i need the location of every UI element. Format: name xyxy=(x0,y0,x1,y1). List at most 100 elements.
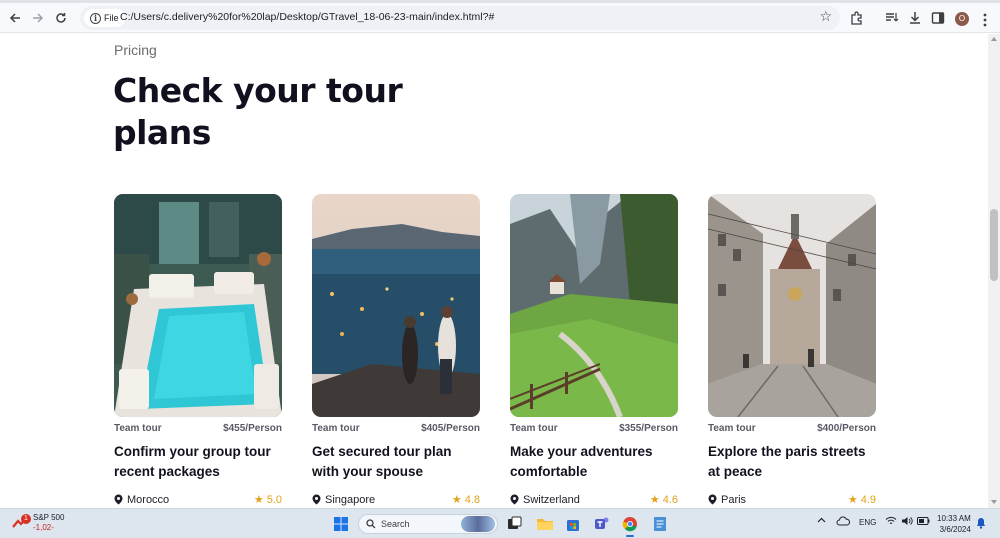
card-price: $455/Person xyxy=(223,423,282,434)
card-price: $400/Person xyxy=(817,423,876,434)
profile-avatar[interactable]: O xyxy=(955,12,969,26)
scroll-up-arrow-icon[interactable] xyxy=(991,37,997,41)
stock-chart-icon: 1 xyxy=(12,514,31,531)
task-view-icon[interactable] xyxy=(504,514,524,534)
search-placeholder: Search xyxy=(381,519,410,529)
reload-icon[interactable] xyxy=(52,9,70,27)
location-pin-icon xyxy=(312,494,321,505)
card-location: Paris xyxy=(708,494,746,506)
bookmark-star-icon[interactable]: ☆ xyxy=(819,9,832,25)
back-icon[interactable] xyxy=(6,9,24,27)
rating-value: 5.0 xyxy=(266,493,282,506)
card-category: Team tour xyxy=(312,423,360,434)
tour-card[interactable]: Team tour $400/Person Explore the paris … xyxy=(708,194,876,506)
card-footer: Singapore ★ 4.8 xyxy=(312,493,480,506)
card-footer: Morocco ★ 5.0 xyxy=(114,493,282,506)
card-location: Singapore xyxy=(312,494,375,506)
scroll-down-arrow-icon[interactable] xyxy=(991,500,997,504)
card-rating: ★ 4.8 xyxy=(451,493,480,507)
couple-city-view-photo xyxy=(312,194,480,417)
windows-start-icon[interactable] xyxy=(331,514,351,534)
notification-badge: 1 xyxy=(21,514,31,524)
rating-value: 4.9 xyxy=(860,493,876,506)
site-info-chip[interactable]: i File xyxy=(84,9,125,27)
search-highlight-art xyxy=(461,516,495,532)
clock-date: 3/6/2024 xyxy=(939,525,971,534)
alpine-valley-photo xyxy=(510,194,678,417)
card-meta: Team tour $405/Person xyxy=(312,423,480,434)
rating-value: 4.6 xyxy=(662,493,678,506)
old-town-street-photo xyxy=(708,194,876,417)
stock-name: S&P 500 xyxy=(33,513,65,522)
windows-taskbar: 1 S&P 500 -1,02- Search ENG 10:33 AM 3/6… xyxy=(0,508,1000,538)
url-text[interactable]: C:/Users/c.delivery%20for%20lap/Desktop/… xyxy=(120,11,494,23)
wifi-icon[interactable] xyxy=(885,516,897,528)
stock-change: -1,02- xyxy=(33,523,54,532)
volume-icon[interactable] xyxy=(901,516,913,528)
star-icon: ★ xyxy=(649,494,660,506)
section-eyebrow: Pricing xyxy=(114,42,157,58)
location-pin-icon xyxy=(708,494,717,505)
card-price: $405/Person xyxy=(421,423,480,434)
store-icon[interactable] xyxy=(563,514,583,534)
star-icon: ★ xyxy=(451,494,462,506)
card-category: Team tour xyxy=(114,423,162,434)
location-pin-icon xyxy=(510,494,519,505)
info-icon: i xyxy=(90,12,101,24)
card-location: Morocco xyxy=(114,494,169,506)
extensions-icon[interactable] xyxy=(849,10,865,26)
notepad-icon[interactable] xyxy=(650,514,670,534)
page-viewport: Pricing Check your tour plans Team tour … xyxy=(0,34,988,508)
rating-value: 4.8 xyxy=(464,493,480,506)
card-price: $355/Person xyxy=(619,423,678,434)
search-icon xyxy=(366,519,376,529)
reading-list-icon[interactable] xyxy=(884,10,900,26)
file-explorer-icon[interactable] xyxy=(535,514,555,534)
active-app-indicator xyxy=(626,535,634,537)
tour-card[interactable]: Team tour $405/Person Get secured tour p… xyxy=(312,194,480,506)
card-rating: ★ 4.6 xyxy=(649,493,678,507)
card-title[interactable]: Explore the paris streets at peace xyxy=(708,442,876,482)
location-pin-icon xyxy=(114,494,123,505)
card-title[interactable]: Confirm your group tour recent packages xyxy=(114,442,282,482)
teams-icon[interactable] xyxy=(592,514,612,534)
system-clock[interactable]: 10:33 AM 3/6/2024 xyxy=(937,513,971,535)
notification-bell-icon[interactable] xyxy=(976,517,986,531)
tour-card[interactable]: Team tour $455/Person Confirm your group… xyxy=(114,194,282,506)
address-prefix: File xyxy=(104,13,119,23)
card-meta: Team tour $355/Person xyxy=(510,423,678,434)
battery-icon[interactable] xyxy=(917,517,930,527)
card-location: Switzerland xyxy=(510,494,580,506)
card-title[interactable]: Make your adventures comfortable xyxy=(510,442,678,482)
forward-icon[interactable] xyxy=(29,9,47,27)
location-text: Switzerland xyxy=(523,493,580,506)
card-footer: Switzerland ★ 4.6 xyxy=(510,493,678,506)
card-rating: ★ 4.9 xyxy=(847,493,876,507)
weather-cloud-icon[interactable] xyxy=(836,515,851,529)
card-footer: Paris ★ 4.9 xyxy=(708,493,876,506)
more-menu-icon[interactable] xyxy=(983,12,987,27)
browser-toolbar: i File C:/Users/c.delivery%20for%20lap/D… xyxy=(0,3,1000,33)
location-text: Singapore xyxy=(325,493,376,506)
side-panel-icon[interactable] xyxy=(930,10,946,26)
chrome-icon[interactable] xyxy=(620,514,640,534)
language-indicator[interactable]: ENG xyxy=(859,518,876,527)
download-icon[interactable] xyxy=(907,10,923,26)
card-meta: Team tour $400/Person xyxy=(708,423,876,434)
address-bar[interactable]: i File C:/Users/c.delivery%20for%20lap/D… xyxy=(80,6,840,30)
card-category: Team tour xyxy=(510,423,558,434)
tray-overflow-chevron-icon[interactable] xyxy=(817,516,826,527)
scrollbar-thumb[interactable] xyxy=(990,209,998,281)
card-rating: ★ 5.0 xyxy=(253,493,282,507)
stock-widget[interactable]: 1 S&P 500 -1,02- xyxy=(12,513,64,533)
card-meta: Team tour $455/Person xyxy=(114,423,282,434)
star-icon: ★ xyxy=(847,494,858,506)
star-icon: ★ xyxy=(253,494,264,506)
card-category: Team tour xyxy=(708,423,756,434)
clock-time: 10:33 AM xyxy=(937,514,971,523)
riad-pool-photo xyxy=(114,194,282,417)
card-title[interactable]: Get secured tour plan with your spouse xyxy=(312,442,480,482)
location-text: Morocco xyxy=(127,493,170,506)
taskbar-search[interactable]: Search xyxy=(358,514,498,534)
tour-card[interactable]: Team tour $355/Person Make your adventur… xyxy=(510,194,678,506)
